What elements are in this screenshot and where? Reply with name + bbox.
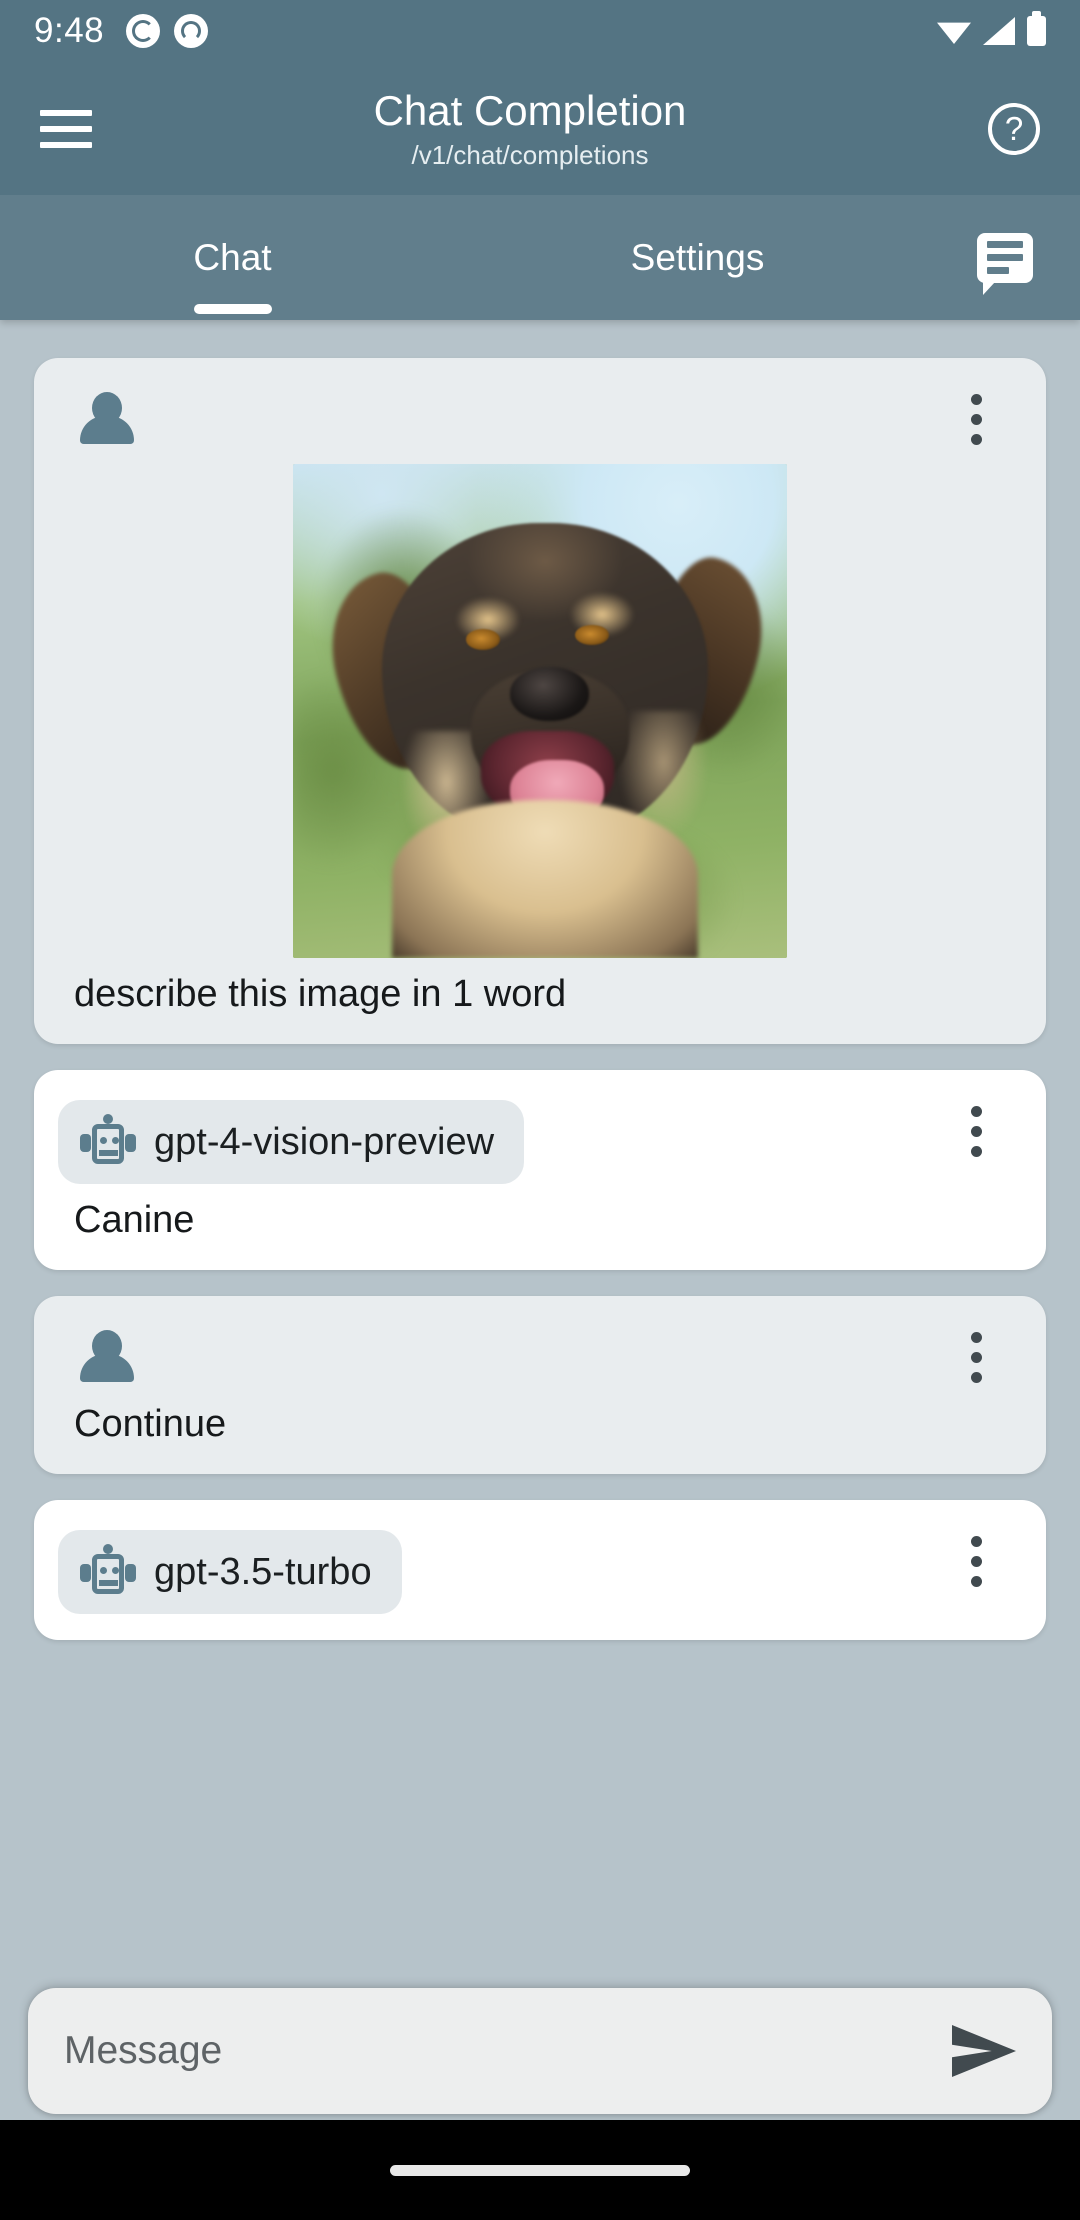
- message-input[interactable]: [64, 2029, 952, 2073]
- person-avatar-icon: [80, 392, 134, 450]
- message-card-assistant-partial: gpt-3.5-turbo: [34, 1500, 1046, 1640]
- chat-list-button[interactable]: [930, 195, 1080, 320]
- message-image[interactable]: [58, 464, 1022, 958]
- message-text: Canine: [74, 1199, 195, 1241]
- message-card-user-image: describe this image in 1 word: [34, 358, 1046, 1044]
- tab-settings[interactable]: Settings: [465, 195, 930, 320]
- message-text: Continue: [74, 1403, 227, 1445]
- status-time: 9:48: [34, 11, 105, 50]
- more-vertical-icon[interactable]: [946, 388, 1006, 450]
- message-card-user: Continue: [34, 1296, 1046, 1474]
- robot-icon: [80, 1544, 136, 1600]
- more-vertical-icon[interactable]: [946, 1530, 1006, 1592]
- model-badge[interactable]: gpt-3.5-turbo: [58, 1530, 402, 1614]
- system-navigation-bar: [0, 2120, 1080, 2220]
- person-avatar-icon: [80, 1330, 134, 1388]
- message-card-assistant: gpt-4-vision-preview Canine: [34, 1070, 1046, 1270]
- chat-bubble-icon: [977, 232, 1033, 295]
- model-badge[interactable]: gpt-4-vision-preview: [58, 1100, 525, 1184]
- robot-icon: [80, 1114, 136, 1170]
- face-notification-icon: [174, 14, 209, 48]
- tab-active-indicator: [193, 304, 272, 314]
- app-bar: Chat Completion /v1/chat/completions ?: [0, 62, 1080, 195]
- page-subtitle: /v1/chat/completions: [411, 139, 649, 170]
- status-bar: 9:48: [0, 0, 1080, 62]
- model-name: gpt-4-vision-preview: [154, 1120, 495, 1163]
- status-system-icons: [937, 11, 1046, 46]
- message-header: [58, 1326, 1022, 1388]
- message-header: gpt-3.5-turbo: [58, 1530, 1022, 1614]
- spiral-notification-icon: [126, 14, 161, 48]
- page-title: Chat Completion: [373, 86, 687, 134]
- signal-icon: [983, 17, 1015, 45]
- status-notification-icons: [126, 14, 209, 48]
- message-list[interactable]: describe this image in 1 word gpt-4-visi…: [0, 320, 1080, 2220]
- help-circle-icon[interactable]: ?: [988, 102, 1040, 155]
- more-vertical-icon[interactable]: [946, 1326, 1006, 1388]
- message-header: [58, 388, 1022, 450]
- app-screen: 9:48 Chat Completion /v1/chat/completion…: [0, 0, 1080, 2220]
- send-icon[interactable]: [952, 2025, 1016, 2077]
- model-name: gpt-3.5-turbo: [154, 1550, 372, 1593]
- tab-chat-label: Chat: [193, 236, 272, 278]
- battery-icon: [1027, 11, 1046, 46]
- tab-bar: Chat Settings: [0, 195, 1080, 320]
- more-vertical-icon[interactable]: [946, 1100, 1006, 1162]
- message-header: gpt-4-vision-preview: [58, 1100, 1022, 1184]
- wifi-icon: [937, 22, 971, 44]
- home-gesture-pill[interactable]: [390, 2164, 690, 2176]
- message-composer: [28, 1988, 1052, 2114]
- dog-photo: [293, 464, 787, 958]
- tab-chat[interactable]: Chat: [0, 195, 465, 320]
- app-bar-titles: Chat Completion /v1/chat/completions: [72, 86, 988, 172]
- message-text: describe this image in 1 word: [74, 973, 567, 1015]
- tab-settings-label: Settings: [630, 236, 765, 278]
